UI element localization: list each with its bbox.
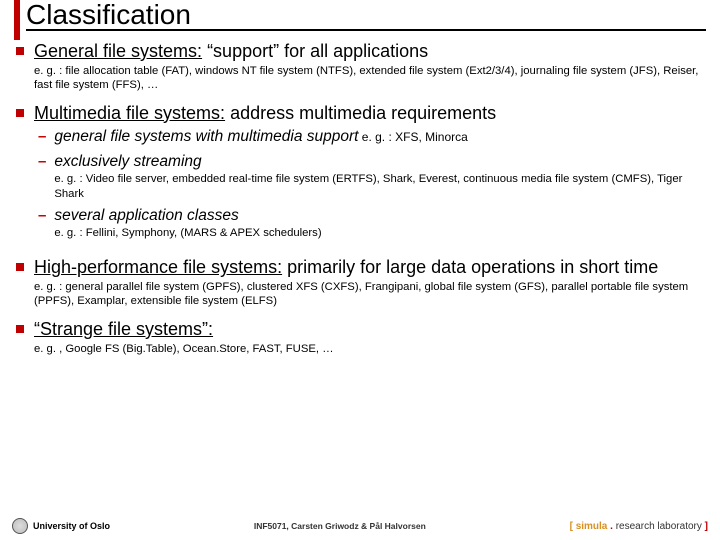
item-heading: Multimedia file systems: address multime… <box>34 102 706 125</box>
sub-list-item: – exclusively streaming e. g. : Video fi… <box>34 153 706 201</box>
sub-item-title: exclusively streaming <box>54 153 706 172</box>
university-seal-icon <box>12 518 28 534</box>
bullet-list: General file systems: “support” for all … <box>16 40 706 356</box>
footer: University of Oslo INF5071, Carsten Griw… <box>0 518 720 534</box>
list-item: Multimedia file systems: address multime… <box>16 102 706 247</box>
item-heading: “Strange file systems”: <box>34 318 706 341</box>
item-subtext: e. g. , Google FS (Big.Table), Ocean.Sto… <box>34 342 706 356</box>
item-subtext: e. g. : file allocation table (FAT), win… <box>34 64 706 92</box>
sub-list-item: – several application classes e. g. : Fe… <box>34 207 706 241</box>
sub-list: – general file systems with multimedia s… <box>34 128 706 240</box>
square-bullet-icon <box>16 263 24 271</box>
dash-bullet-icon: – <box>38 128 46 146</box>
sub-item-subtext: e. g. : Video file server, embedded real… <box>54 172 706 200</box>
slide-title: Classification <box>26 0 706 31</box>
dash-bullet-icon: – <box>38 153 46 171</box>
item-subtext: e. g. : general parallel file system (GP… <box>34 280 706 308</box>
sub-item-title: several application classes <box>54 207 706 226</box>
list-item: “Strange file systems”: e. g. , Google F… <box>16 318 706 356</box>
item-heading: General file systems: “support” for all … <box>34 40 706 63</box>
footer-left-text: University of Oslo <box>33 521 110 531</box>
sub-list-item: – general file systems with multimedia s… <box>34 128 706 147</box>
sub-item-subtext: e. g. : Fellini, Symphony, (MARS & APEX … <box>54 226 706 240</box>
list-item: General file systems: “support” for all … <box>16 40 706 92</box>
footer-center-text: INF5071, Carsten Griwodz & Pål Halvorsen <box>254 521 426 531</box>
square-bullet-icon <box>16 325 24 333</box>
list-item: High-performance file systems: primarily… <box>16 256 706 308</box>
footer-right-text: [ simula . research laboratory ] <box>570 521 708 532</box>
dash-bullet-icon: – <box>38 207 46 225</box>
sub-item-title: general file systems with multimedia sup… <box>54 128 706 147</box>
square-bullet-icon <box>16 109 24 117</box>
title-accent-bar <box>14 0 20 40</box>
item-heading: High-performance file systems: primarily… <box>34 256 706 279</box>
square-bullet-icon <box>16 47 24 55</box>
